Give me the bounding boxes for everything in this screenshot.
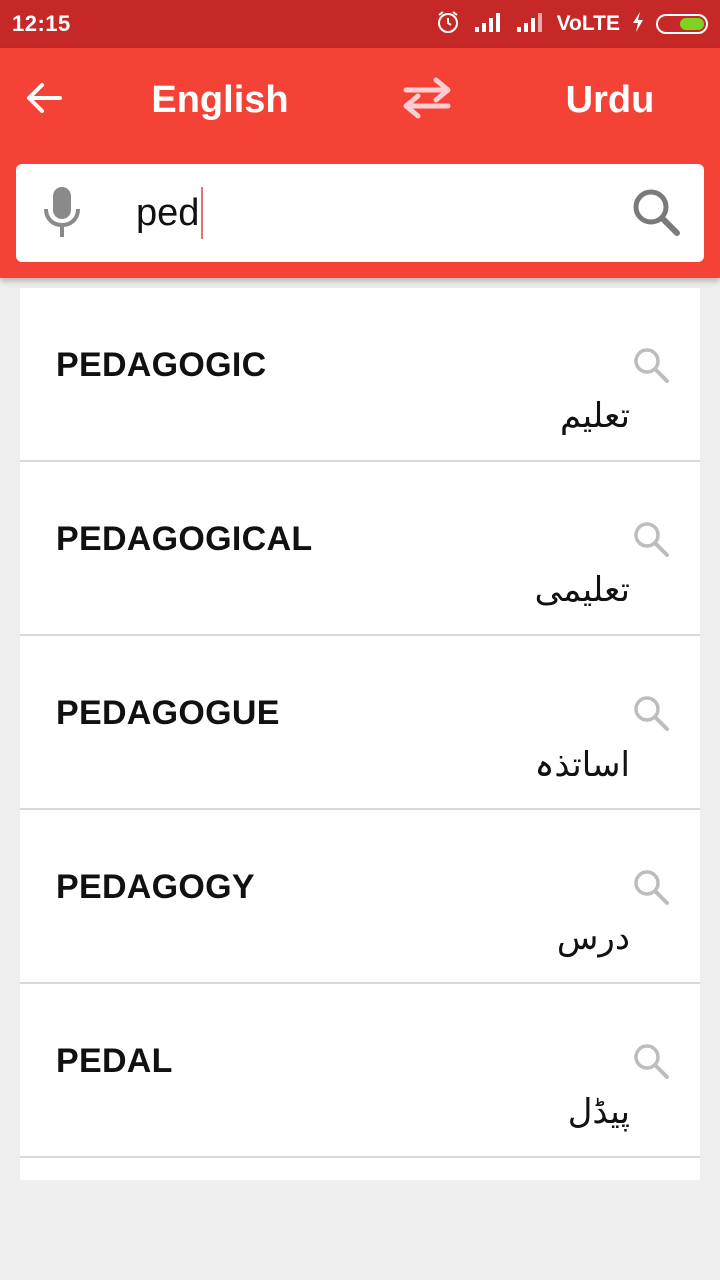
result-word: PEDAGOGY [56, 868, 255, 906]
back-button[interactable] [20, 78, 68, 122]
swap-languages-button[interactable] [396, 76, 458, 124]
result-meaning: تعلیم [559, 396, 630, 436]
status-icons: VoLTE [435, 9, 708, 40]
search-bar: ped [16, 164, 704, 262]
battery-icon [656, 14, 708, 34]
result-word: PEDAGOGUE [56, 694, 280, 732]
search-icon [631, 187, 681, 242]
results-list: PEDAGOGIC تعلیم PEDAGOGICAL تعلیمی PEDAG… [20, 288, 700, 1180]
search-icon[interactable] [630, 1040, 672, 1082]
microphone-icon [42, 185, 82, 244]
list-item[interactable]: PEDAGOGICAL تعلیمی [20, 462, 700, 636]
source-language-button[interactable]: English [120, 78, 320, 122]
result-meaning: پیڈل [567, 1092, 630, 1132]
search-icon[interactable] [630, 692, 672, 734]
list-item[interactable]: PEDAL پیڈل [20, 984, 700, 1158]
signal-icon [473, 11, 503, 38]
network-label: VoLTE [556, 12, 620, 35]
status-bar: 12:15 VoLTE [0, 0, 720, 48]
result-meaning: درس [556, 918, 630, 958]
search-input[interactable]: ped [136, 187, 616, 239]
target-language-button[interactable]: Urdu [530, 78, 690, 122]
arrow-left-icon [25, 81, 63, 120]
text-cursor [201, 187, 204, 239]
charging-icon [632, 11, 644, 38]
result-word: PEDAL [56, 1042, 173, 1080]
list-item[interactable]: PEDAGOGIC تعلیم [20, 288, 700, 462]
result-meaning: تعلیمی [534, 570, 630, 610]
search-icon[interactable] [630, 518, 672, 560]
result-meaning: اساتذہ [534, 745, 630, 785]
search-button[interactable] [628, 186, 684, 242]
alarm-icon [435, 9, 461, 40]
voice-input-button[interactable] [40, 186, 84, 242]
search-input-text: ped [136, 192, 200, 234]
list-item[interactable]: PEDAGOGY درس [20, 810, 700, 984]
status-time: 12:15 [12, 11, 71, 36]
signal-icon [515, 11, 545, 38]
result-word: PEDAGOGICAL [56, 520, 313, 558]
list-item[interactable]: PEDAGOGUE اساتذہ [20, 636, 700, 810]
result-word: PEDAGOGIC [56, 346, 267, 384]
swap-horizontal-icon [398, 77, 456, 124]
search-icon[interactable] [630, 344, 672, 386]
app-bar: English Urdu ped [0, 48, 720, 278]
search-icon[interactable] [630, 866, 672, 908]
